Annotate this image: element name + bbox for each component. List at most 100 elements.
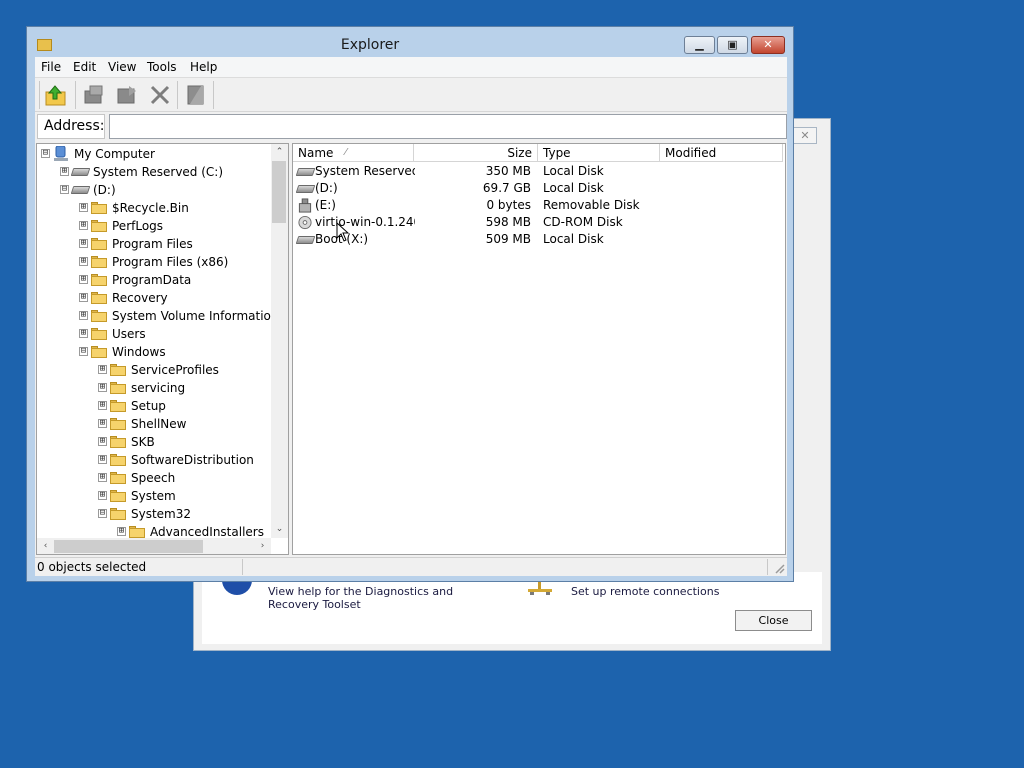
expand-icon[interactable]: ⊞	[98, 455, 107, 464]
copy-icon[interactable]	[82, 83, 106, 107]
expand-icon[interactable]: ⊞	[79, 203, 88, 212]
delete-icon[interactable]	[148, 83, 172, 107]
tree-node[interactable]: ⊞ Setup	[37, 397, 271, 415]
collapse-icon[interactable]: ⊟	[41, 149, 50, 158]
tree-node[interactable]: ⊞ SoftwareDistribution	[37, 451, 271, 469]
expand-icon[interactable]: ⊞	[79, 275, 88, 284]
scroll-right-arrow-icon[interactable]: ›	[254, 538, 271, 554]
folder-icon	[110, 436, 126, 448]
maximize-button[interactable]: ▣	[717, 36, 748, 54]
tree-node[interactable]: ⊞ PerfLogs	[37, 217, 271, 235]
list-row[interactable]: (E:) 0 bytes Removable Disk	[293, 197, 785, 214]
move-icon[interactable]	[115, 83, 139, 107]
scroll-up-arrow-icon[interactable]: ⌃	[271, 144, 288, 161]
list-row[interactable]: virtio-win-0.1.240... 598 MB CD-ROM Disk	[293, 214, 785, 231]
tree-node-label: ProgramData	[112, 273, 192, 287]
folder-icon	[110, 382, 126, 394]
expand-icon[interactable]: ⊞	[98, 491, 107, 500]
tree-node-label: Windows	[112, 345, 166, 359]
tree-node[interactable]: ⊞ ShellNew	[37, 415, 271, 433]
tree-node[interactable]: ⊞ $Recycle.Bin	[37, 199, 271, 217]
scroll-thumb[interactable]	[272, 161, 286, 223]
expand-icon[interactable]: ⊞	[98, 437, 107, 446]
menu-help[interactable]: Help	[190, 60, 217, 74]
tree-node[interactable]: ⊞ ServiceProfiles	[37, 361, 271, 379]
minimize-button[interactable]: ▁	[684, 36, 715, 54]
tree-node[interactable]: ⊞ System Volume Information	[37, 307, 278, 325]
folder-icon	[91, 256, 107, 268]
column-header-modified[interactable]: Modified	[660, 144, 783, 162]
scroll-left-arrow-icon[interactable]: ‹	[37, 538, 54, 554]
help-link-text[interactable]: View help for the Diagnostics and Recove…	[268, 585, 498, 611]
resize-grip-icon[interactable]	[773, 562, 785, 574]
tree-node-label: Users	[112, 327, 146, 341]
dialog-close-icon[interactable]: ✕	[793, 127, 817, 144]
expand-icon[interactable]: ⊞	[98, 383, 107, 392]
title-bar[interactable]: Explorer ▁ ▣ ✕	[27, 27, 793, 56]
status-pane	[243, 559, 768, 575]
close-button[interactable]: Close	[735, 610, 812, 631]
tree-node[interactable]: ⊞ ProgramData	[37, 271, 271, 289]
folder-icon	[110, 508, 126, 520]
tree-node[interactable]: ⊞ Users	[37, 325, 271, 343]
expand-icon[interactable]: ⊞	[79, 257, 88, 266]
tree-node[interactable]: ⊞ Recovery	[37, 289, 271, 307]
tree-node[interactable]: ⊟ (D:)	[37, 181, 271, 199]
column-header-type[interactable]: Type	[538, 144, 660, 162]
tree-node[interactable]: ⊞ Program Files (x86)	[37, 253, 271, 271]
tree-node[interactable]: ⊟ System32	[37, 505, 271, 523]
tree-node[interactable]: ⊞ System	[37, 487, 271, 505]
toolbar	[35, 78, 787, 112]
collapse-icon[interactable]: ⊟	[79, 347, 88, 356]
expand-icon[interactable]: ⊞	[98, 401, 107, 410]
list-row[interactable]: Boot (X:) 509 MB Local Disk	[293, 231, 785, 248]
tree-horizontal-scrollbar[interactable]: ‹ ›	[37, 538, 271, 554]
tree-node-label: System	[131, 489, 176, 503]
file-list[interactable]: Name ⁄ Size Type Modified System Reserve…	[292, 143, 786, 555]
folder-icon	[110, 400, 126, 412]
expand-icon[interactable]: ⊞	[79, 239, 88, 248]
expand-icon[interactable]: ⊞	[98, 473, 107, 482]
tree-node[interactable]: ⊞ Speech	[37, 469, 271, 487]
expand-icon[interactable]: ⊞	[98, 365, 107, 374]
folder-tree[interactable]: ⊟ My Computer ⊞ System Reserved (C:) ⊟ (D:) ⊞ $…	[36, 143, 289, 555]
tree-node[interactable]: ⊞ Program Files	[37, 235, 271, 253]
tree-node[interactable]: ⊟ My Computer	[37, 145, 271, 163]
scroll-thumb[interactable]	[54, 540, 203, 553]
folder-icon	[110, 364, 126, 376]
scroll-down-arrow-icon[interactable]: ⌄	[271, 521, 288, 538]
collapse-icon[interactable]: ⊟	[98, 509, 107, 518]
expand-icon[interactable]: ⊞	[79, 293, 88, 302]
folder-icon	[110, 454, 126, 466]
tree-node[interactable]: ⊞ servicing	[37, 379, 271, 397]
tree-node-label: servicing	[131, 381, 186, 395]
list-row[interactable]: (D:) 69.7 GB Local Disk	[293, 180, 785, 197]
tree-node[interactable]: ⊞ System Reserved (C:)	[37, 163, 271, 181]
address-input[interactable]	[109, 114, 787, 139]
list-row[interactable]: System Reserved ... 350 MB Local Disk	[293, 163, 785, 180]
status-text: 0 objects selected	[35, 559, 243, 575]
remote-connections-link[interactable]: Set up remote connections	[571, 585, 719, 598]
toolbar-separator	[177, 81, 178, 109]
column-header-size[interactable]: Size	[414, 144, 538, 162]
expand-icon[interactable]: ⊞	[79, 329, 88, 338]
sort-indicator-icon: ⁄	[345, 147, 347, 158]
menu-tools[interactable]: Tools	[147, 60, 177, 74]
close-window-button[interactable]: ✕	[751, 36, 785, 54]
expand-icon[interactable]: ⊞	[98, 419, 107, 428]
menu-edit[interactable]: Edit	[73, 60, 96, 74]
expand-icon[interactable]: ⊞	[117, 527, 126, 536]
expand-icon[interactable]: ⊞	[79, 311, 88, 320]
properties-icon[interactable]	[184, 83, 208, 107]
folder-up-icon[interactable]	[44, 83, 68, 107]
cell-size: 0 bytes	[486, 198, 531, 212]
menu-view[interactable]: View	[108, 60, 136, 74]
tree-node[interactable]: ⊟ Windows	[37, 343, 271, 361]
expand-icon[interactable]: ⊞	[79, 221, 88, 230]
tree-vertical-scrollbar[interactable]: ⌃ ⌄	[271, 144, 288, 538]
tree-node[interactable]: ⊞ SKB	[37, 433, 271, 451]
expand-icon[interactable]: ⊞	[60, 167, 69, 176]
column-header-name[interactable]: Name ⁄	[293, 144, 414, 162]
collapse-icon[interactable]: ⊟	[60, 185, 69, 194]
menu-file[interactable]: File	[41, 60, 61, 74]
